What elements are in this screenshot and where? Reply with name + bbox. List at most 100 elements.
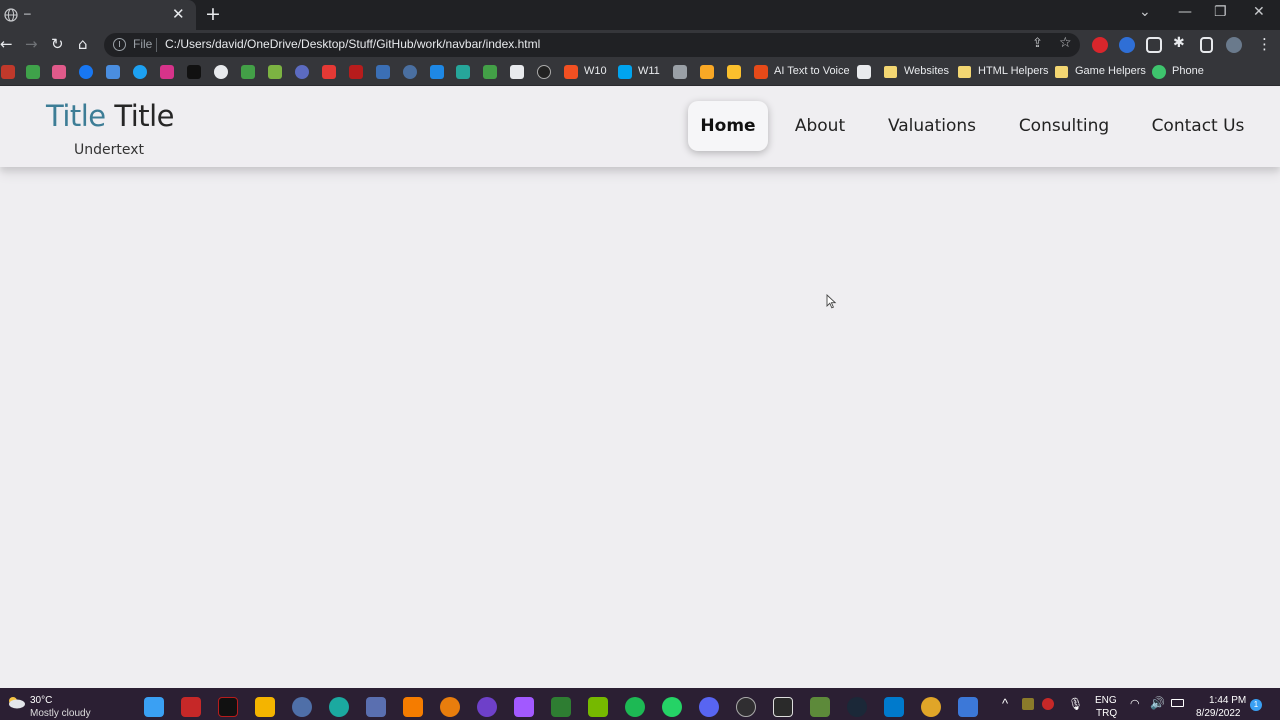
figma-icon[interactable] [514,697,534,717]
profile-avatar[interactable] [1226,37,1242,53]
github-desktop-icon[interactable] [477,697,497,717]
tiktok-icon[interactable] [187,65,201,79]
nav-contact-us[interactable]: Contact Us [1137,101,1259,151]
microphone-icon[interactable]: 🎙 [1068,697,1083,711]
youtube-icon[interactable] [322,65,336,79]
nvidia-icon[interactable] [588,697,608,717]
bookmark-folder-websites[interactable]: Websites [904,65,949,77]
bookmark-favicon[interactable] [537,65,551,79]
battery-icon[interactable] [1171,699,1184,707]
nav-about[interactable]: About [781,101,859,151]
close-tab-icon[interactable]: ✕ [172,5,185,23]
window-close-icon[interactable]: ✕ [1253,4,1265,20]
whatsapp-icon[interactable] [662,697,682,717]
bookmark-favicon[interactable] [456,65,470,79]
bookmark-favicon[interactable] [430,65,444,79]
extensions-puzzle-icon[interactable]: ✱ [1173,35,1185,51]
address-bar[interactable]: File C:/Users/david/OneDrive/Desktop/Stu… [104,33,1080,57]
nav-valuations[interactable]: Valuations [872,101,992,151]
analytics-icon[interactable] [700,65,714,79]
windows-icon[interactable] [564,65,578,79]
bookmark-favicon[interactable] [483,65,497,79]
bookmark-phone[interactable]: Phone [1172,65,1204,77]
nav-home[interactable]: Home [688,101,768,151]
side-panel-icon[interactable] [1200,37,1213,53]
discord-icon[interactable] [699,697,719,717]
bookmark-favicon[interactable] [727,65,741,79]
bookmark-ai-text-to-voice[interactable]: AI Text to Voice [774,65,850,77]
amazon-icon[interactable] [857,65,871,79]
extension-window-icon[interactable] [1146,37,1162,53]
filezilla-icon[interactable] [181,697,201,717]
bookmark-folder-html-helpers[interactable]: HTML Helpers [978,65,1049,77]
app-icon[interactable] [292,697,312,717]
site-info-icon[interactable] [113,38,126,51]
bookmark-w11[interactable]: W11 [638,65,660,77]
menu-kebab-icon[interactable]: ⋮ [1257,35,1272,53]
wifi-icon[interactable]: ◠ [1130,697,1140,710]
file-explorer-icon[interactable] [255,697,275,717]
github-icon[interactable] [214,65,228,79]
download-icon[interactable] [268,65,282,79]
bookmark-favicon[interactable] [295,65,309,79]
epic-games-icon[interactable] [773,697,793,717]
url-text[interactable]: C:/Users/david/OneDrive/Desktop/Stuff/Gi… [165,37,540,51]
translate-icon[interactable] [106,65,120,79]
bookmark-favicon[interactable] [510,65,524,79]
vscode-icon[interactable] [884,697,904,717]
bookmark-favicon[interactable] [754,65,768,79]
extension-blue-icon[interactable] [1119,37,1135,53]
gmail-icon[interactable] [52,65,66,79]
start-windows-icon[interactable] [144,697,164,717]
tray-chevron-up-icon[interactable]: ^ [1002,696,1008,711]
spotify-icon[interactable] [625,697,645,717]
restore-icon[interactable]: ❐ [1214,4,1227,20]
extension-red-icon[interactable] [1092,37,1108,53]
minimize-icon[interactable]: — [1178,4,1192,20]
calculator-icon[interactable] [366,697,386,717]
share-icon[interactable]: ⇪ [1032,36,1043,51]
weather-condition[interactable]: Mostly cloudy [30,708,91,719]
keyboard-layout[interactable]: TRQ [1096,708,1117,719]
obs-icon[interactable] [736,697,756,717]
edge-icon[interactable] [329,697,349,717]
back-icon[interactable]: ← [0,35,13,53]
reload-icon[interactable]: ↻ [51,35,64,53]
notification-badge[interactable]: 1 [1250,699,1262,711]
bookmark-favicon[interactable] [376,65,390,79]
bookmark-folder-game-helpers[interactable]: Game Helpers [1075,65,1146,77]
instagram-icon[interactable] [160,65,174,79]
notepad-icon[interactable] [958,697,978,717]
bookmark-favicon[interactable] [403,65,417,79]
active-tab[interactable]: – ✕ [0,0,196,30]
minecraft-icon[interactable] [810,697,830,717]
home-icon[interactable]: ⌂ [78,35,88,53]
bookmark-star-icon[interactable]: ☆ [1059,35,1072,51]
netflix-app-icon[interactable] [218,697,238,717]
bookmark-favicon[interactable] [26,65,40,79]
bookmark-favicon[interactable] [1,65,15,79]
tray-app-icon[interactable] [1042,698,1054,710]
windows-icon[interactable] [618,65,632,79]
tab-search-icon[interactable]: ⌄ [1139,4,1151,20]
clock-date[interactable]: 8/29/2022 [1196,708,1241,719]
steam-icon[interactable] [847,697,867,717]
weather-temperature[interactable]: 30°C [30,695,52,706]
blender-icon[interactable] [440,697,460,717]
tray-app-icon[interactable] [1022,698,1034,710]
netflix-icon[interactable] [349,65,363,79]
database-icon[interactable] [673,65,687,79]
volume-icon[interactable]: 🔊 [1150,696,1165,710]
clock-time[interactable]: 1:44 PM [1209,695,1246,706]
app-icon[interactable] [551,697,571,717]
twitter-icon[interactable] [133,65,147,79]
new-tab-icon[interactable]: + [205,3,221,25]
bookmark-w10[interactable]: W10 [584,65,607,77]
language-code[interactable]: ENG [1095,695,1117,706]
vlc-icon[interactable] [403,697,423,717]
nav-consulting[interactable]: Consulting [1004,101,1124,151]
facebook-icon[interactable] [79,65,93,79]
bookmark-favicon[interactable] [241,65,255,79]
forward-icon[interactable]: → [25,35,38,53]
chrome-icon[interactable] [921,697,941,717]
